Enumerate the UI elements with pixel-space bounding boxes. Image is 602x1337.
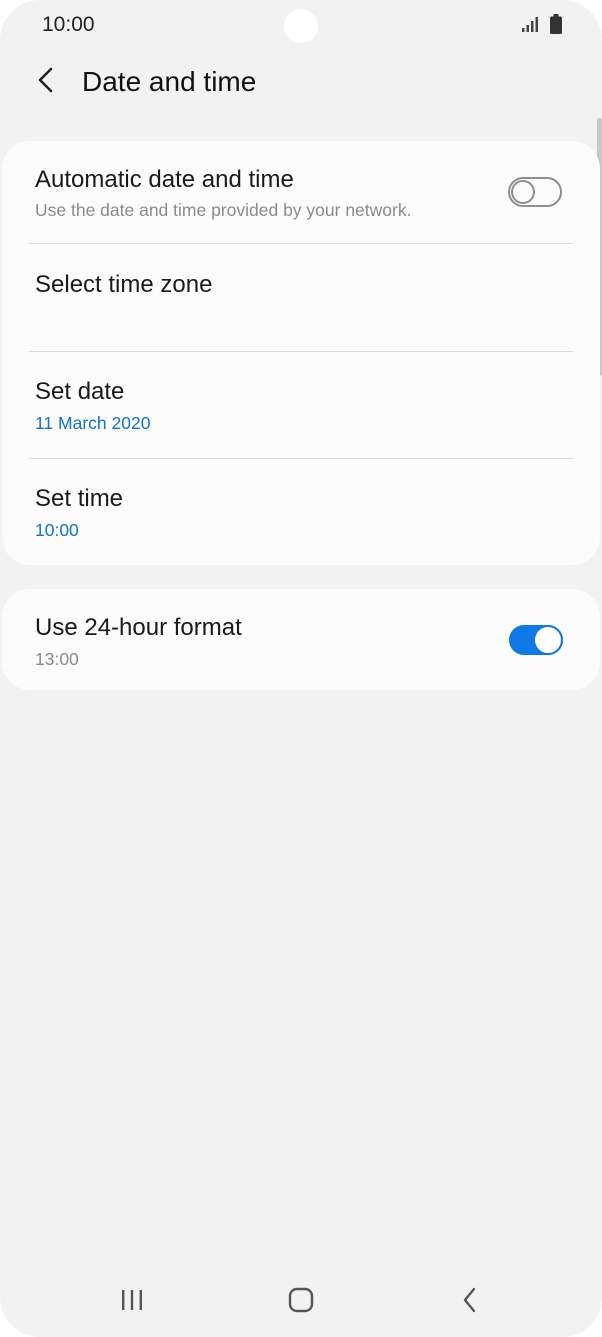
nav-back-button[interactable]	[446, 1284, 494, 1320]
toggle-knob	[511, 180, 535, 204]
camera-cutout	[284, 9, 318, 43]
status-icons	[522, 14, 562, 34]
battery-icon	[550, 14, 562, 34]
automatic-date-time-title: Automatic date and time	[35, 166, 294, 193]
set-time-value: 10:00	[35, 520, 79, 540]
set-time-title: Set time	[35, 485, 124, 512]
toggle-knob	[533, 625, 563, 655]
set-time-row[interactable]: Set time 10:00	[2, 459, 600, 565]
back-button[interactable]	[26, 62, 66, 102]
home-button[interactable]	[277, 1284, 325, 1320]
set-date-row[interactable]: Set date 11 March 2020	[2, 352, 600, 458]
phone-screen: 10:00 Date and time Automatic date and t…	[0, 0, 602, 1337]
back-icon	[461, 1287, 479, 1318]
automatic-date-time-subtitle: Use the date and time provided by your n…	[35, 200, 412, 220]
automatic-date-time-row[interactable]: Automatic date and time Use the date and…	[2, 141, 600, 243]
status-bar: 10:00	[0, 0, 602, 52]
use-24-hour-format-toggle[interactable]	[509, 625, 563, 655]
app-header: Date and time	[0, 52, 602, 116]
use-24-hour-format-subtitle: 13:00	[35, 649, 79, 669]
chevron-left-icon	[36, 67, 56, 98]
use-24-hour-format-row[interactable]: Use 24-hour format 13:00	[2, 589, 600, 690]
set-date-title: Set date	[35, 378, 125, 405]
signal-icon	[522, 16, 540, 32]
recents-icon	[120, 1289, 144, 1316]
settings-card-date-time: Automatic date and time Use the date and…	[2, 141, 600, 565]
status-time: 10:00	[42, 13, 95, 36]
page-title: Date and time	[82, 66, 257, 97]
select-time-zone-title: Select time zone	[35, 271, 213, 298]
use-24-hour-format-title: Use 24-hour format	[35, 614, 242, 641]
home-icon	[288, 1287, 314, 1318]
settings-card-format: Use 24-hour format 13:00	[2, 589, 600, 690]
select-time-zone-row[interactable]: Select time zone	[2, 244, 600, 351]
set-date-value: 11 March 2020	[35, 413, 151, 433]
navigation-bar	[0, 1266, 602, 1337]
recents-button[interactable]	[108, 1284, 156, 1320]
automatic-date-time-toggle[interactable]	[508, 177, 562, 207]
